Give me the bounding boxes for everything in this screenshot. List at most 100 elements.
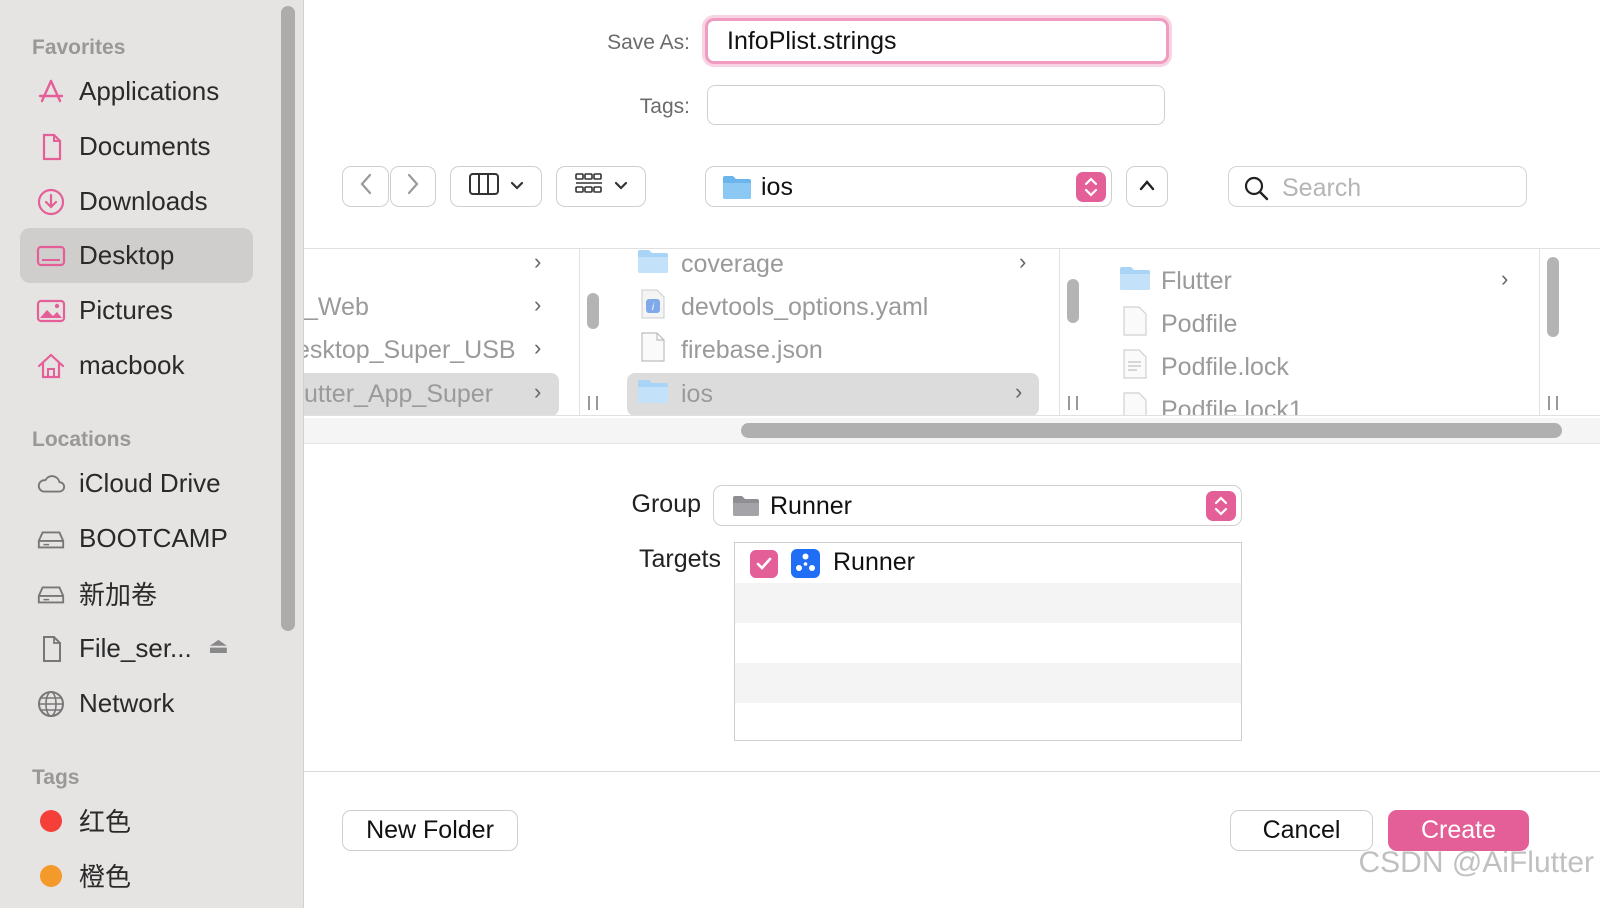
sidebar-item-label: 橙色 <box>79 862 132 892</box>
view-columns-button[interactable] <box>450 166 542 207</box>
browser-column-2: coverage › i devtools_options.yaml fireb… <box>607 249 1059 415</box>
group-by-button[interactable] <box>556 166 646 207</box>
list-item[interactable]: Flutter › <box>1117 260 1517 303</box>
folder-icon <box>732 495 760 522</box>
column-scrollbar[interactable] <box>1067 279 1079 323</box>
forward-button[interactable] <box>390 166 436 207</box>
sidebar-item-file-server[interactable]: File_ser... ⏏ <box>20 621 253 676</box>
list-item-label: _Web <box>304 293 369 321</box>
tags-label: Tags: <box>639 95 690 118</box>
column-scrollbar[interactable] <box>587 293 599 329</box>
list-item-label: Podfile.lock1 <box>1161 396 1303 416</box>
file-icon <box>1121 392 1149 415</box>
desktop-icon <box>36 241 66 271</box>
text-file-icon <box>1121 349 1149 386</box>
chevron-right-icon: › <box>1501 266 1509 291</box>
list-item[interactable]: coverage › <box>627 249 1043 286</box>
sidebar-item-new-volume[interactable]: 新加卷 <box>20 566 253 621</box>
path-folder-label: ios <box>761 173 793 201</box>
list-item-selected[interactable]: ios › <box>627 373 1039 415</box>
column-browser: › _Web › esktop_Super_USB › utter_App_Su… <box>304 248 1600 416</box>
sidebar-item-documents[interactable]: Documents <box>20 119 253 174</box>
sidebar-item-icloud-drive[interactable]: iCloud Drive <box>20 456 253 511</box>
search-field[interactable]: Search <box>1228 166 1527 207</box>
sidebar-item-label: macbook <box>79 350 185 380</box>
folder-icon <box>722 174 752 205</box>
checkbox-checked-icon[interactable] <box>750 550 778 578</box>
sidebar-item-label: Desktop <box>79 240 175 270</box>
search-placeholder: Search <box>1282 174 1362 202</box>
pictures-icon <box>36 296 66 326</box>
eject-icon[interactable]: ⏏ <box>208 633 229 659</box>
sidebar-item-label: Applications <box>79 76 220 106</box>
column-scrollbar[interactable] <box>1547 257 1559 337</box>
sidebar-item-pictures[interactable]: Pictures <box>20 283 253 338</box>
chevron-right-icon: › <box>534 379 542 404</box>
targets-list: Runner <box>734 542 1242 741</box>
path-popup[interactable]: ios <box>705 166 1112 207</box>
file-icon <box>639 332 667 369</box>
column-divider <box>579 249 580 415</box>
list-item[interactable]: Podfile.lock1 <box>1117 389 1517 416</box>
list-item[interactable]: _Web › <box>304 286 559 329</box>
table-row[interactable]: Runner <box>735 543 1241 583</box>
list-item[interactable]: › <box>304 249 559 286</box>
app-target-icon <box>791 549 820 578</box>
sidebar-item-label: 新加卷 <box>79 580 158 610</box>
save-as-input[interactable] <box>705 18 1169 64</box>
list-item[interactable]: esktop_Super_USB › <box>304 329 559 372</box>
cloud-icon <box>36 469 66 499</box>
column-divider <box>1059 249 1060 415</box>
search-icon <box>1243 175 1269 206</box>
list-item[interactable]: i devtools_options.yaml <box>627 286 1043 329</box>
sidebar-item-label: Pictures <box>79 295 173 325</box>
sidebar-item-network[interactable]: Network <box>20 676 253 731</box>
chevron-down-icon <box>510 178 524 196</box>
folder-icon <box>637 378 669 411</box>
tags-field[interactable] <box>707 85 1165 125</box>
list-item[interactable]: Podfile <box>1117 303 1517 346</box>
list-item[interactable]: Podfile.lock <box>1117 346 1517 389</box>
chevron-left-icon <box>358 172 374 201</box>
downloads-icon <box>36 187 66 217</box>
back-button[interactable] <box>342 166 389 207</box>
target-label: Runner <box>833 548 915 576</box>
column-resize-handle[interactable] <box>1548 396 1558 410</box>
sidebar-item-macbook[interactable]: macbook <box>20 338 253 393</box>
list-item[interactable]: firebase.json <box>627 329 1043 372</box>
sidebar-item-tag-red[interactable]: 红色 <box>20 793 253 848</box>
grid-view-icon <box>574 172 604 201</box>
browser-column-1: › _Web › esktop_Super_USB › utter_App_Su… <box>304 249 579 415</box>
cancel-button[interactable]: Cancel <box>1230 810 1373 851</box>
sidebar: Favorites Applications Documents Downloa… <box>0 0 304 908</box>
stepper-icon <box>1206 491 1236 521</box>
list-item-label: ios <box>681 380 713 408</box>
create-button[interactable]: Create <box>1388 810 1529 851</box>
sidebar-item-applications[interactable]: Applications <box>20 64 253 119</box>
column-resize-handle[interactable] <box>1068 396 1078 410</box>
sidebar-item-label: iCloud Drive <box>79 468 221 498</box>
list-item-label: Flutter <box>1161 267 1232 295</box>
watermark: CSDN @AiFlutter <box>1358 846 1595 879</box>
document-icon <box>36 132 66 162</box>
sidebar-scrollbar[interactable] <box>281 6 295 631</box>
sidebar-item-bootcamp[interactable]: BOOTCAMP <box>20 511 253 566</box>
file-icon <box>36 634 66 664</box>
sidebar-item-label: BOOTCAMP <box>79 523 228 553</box>
sidebar-item-label: 红色 <box>79 807 132 837</box>
new-folder-button[interactable]: New Folder <box>342 810 518 851</box>
chevron-right-icon: › <box>1015 379 1023 404</box>
yaml-file-icon: i <box>639 289 667 326</box>
sidebar-item-desktop[interactable]: Desktop <box>20 228 253 283</box>
sidebar-item-tag-orange[interactable]: 橙色 <box>20 848 253 903</box>
parent-folder-button[interactable] <box>1126 166 1168 207</box>
sidebar-item-label: Documents <box>79 131 211 161</box>
horizontal-scrollbar[interactable] <box>741 423 1562 438</box>
list-item-selected[interactable]: utter_App_Super › <box>304 373 559 415</box>
column-resize-handle[interactable] <box>588 396 598 410</box>
footer-divider <box>304 771 1600 772</box>
column-divider <box>1539 249 1540 415</box>
globe-icon <box>36 689 66 719</box>
group-popup[interactable]: Runner <box>713 485 1242 526</box>
sidebar-item-downloads[interactable]: Downloads <box>20 174 253 229</box>
